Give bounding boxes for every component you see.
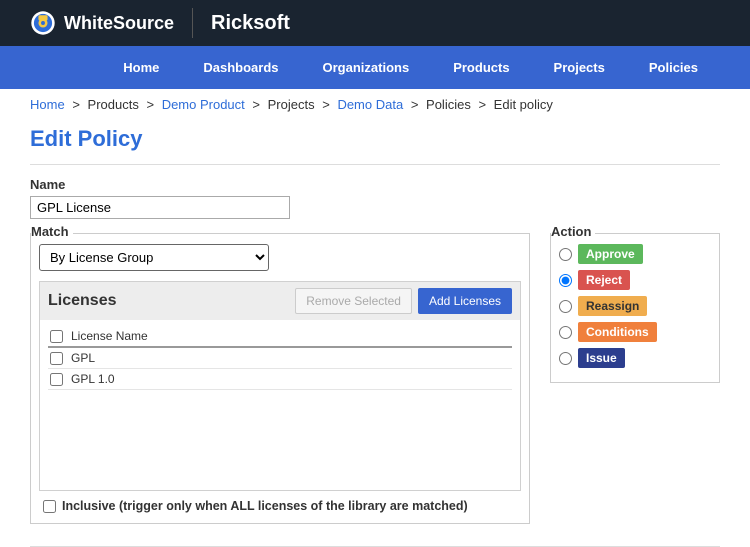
action-badge-conditions: Conditions: [578, 322, 657, 342]
action-reject: Reject: [559, 270, 711, 290]
logo-area: WhiteSource: [30, 10, 174, 36]
remove-selected-button[interactable]: Remove Selected: [295, 288, 412, 314]
license-name-header: License Name: [71, 329, 148, 343]
licenses-body: License Name GPL GPL 1.0: [40, 320, 520, 490]
action-badge-issue: Issue: [578, 348, 625, 368]
licenses-title: Licenses: [48, 292, 295, 310]
crumb-edit-policy: Edit policy: [494, 97, 553, 112]
inclusive-label: Inclusive (trigger only when ALL license…: [62, 499, 468, 513]
nav-dashboards[interactable]: Dashboards: [181, 46, 300, 89]
license-row-checkbox[interactable]: [50, 352, 63, 365]
nav-policies[interactable]: Policies: [627, 46, 720, 89]
select-all-checkbox[interactable]: [50, 330, 63, 343]
content: Name Match By License Group Licenses Rem…: [0, 165, 750, 536]
crumb-policies: Policies: [426, 97, 471, 112]
brand-name: WhiteSource: [64, 13, 174, 34]
match-panel: Match By License Group Licenses Remove S…: [30, 233, 530, 524]
license-row-checkbox[interactable]: [50, 373, 63, 386]
logo-icon: [30, 10, 56, 36]
crumb-sep: >: [478, 97, 486, 112]
navbar: Home Dashboards Organizations Products P…: [0, 46, 750, 89]
license-row: GPL 1.0: [48, 369, 512, 390]
action-badge-reassign: Reassign: [578, 296, 647, 316]
action-radio-reassign[interactable]: [559, 300, 572, 313]
action-issue: Issue: [559, 348, 711, 368]
action-badge-approve: Approve: [578, 244, 643, 264]
nav-products[interactable]: Products: [431, 46, 531, 89]
crumb-demo-product[interactable]: Demo Product: [162, 97, 245, 112]
crumb-home[interactable]: Home: [30, 97, 65, 112]
action-radio-reject[interactable]: [559, 274, 572, 287]
add-licenses-button[interactable]: Add Licenses: [418, 288, 512, 314]
license-header-row: License Name: [48, 326, 512, 348]
license-row-label: GPL 1.0: [71, 372, 115, 386]
crumb-demo-data[interactable]: Demo Data: [337, 97, 403, 112]
nav-organizations[interactable]: Organizations: [301, 46, 432, 89]
licenses-header: Licenses Remove Selected Add Licenses: [40, 282, 520, 320]
topbar: WhiteSource Ricksoft: [0, 0, 750, 46]
license-row: GPL: [48, 348, 512, 369]
crumb-sep: >: [252, 97, 260, 112]
match-select[interactable]: By License Group: [39, 244, 269, 271]
crumb-sep: >: [146, 97, 154, 112]
crumb-sep: >: [411, 97, 419, 112]
match-legend: Match: [31, 224, 73, 239]
breadcrumb: Home > Products > Demo Product > Project…: [0, 89, 750, 120]
crumb-sep: >: [322, 97, 330, 112]
name-input[interactable]: [30, 196, 290, 219]
action-radio-issue[interactable]: [559, 352, 572, 365]
action-badge-reject: Reject: [578, 270, 630, 290]
crumb-sep: >: [72, 97, 80, 112]
nav-projects[interactable]: Projects: [532, 46, 627, 89]
action-legend: Action: [551, 224, 595, 239]
inclusive-row: Inclusive (trigger only when ALL license…: [39, 491, 521, 515]
action-panel: Action Approve Reject Reassign Condition…: [550, 233, 720, 383]
action-reassign: Reassign: [559, 296, 711, 316]
action-radio-approve[interactable]: [559, 248, 572, 261]
inclusive-checkbox[interactable]: [43, 500, 56, 513]
license-row-label: GPL: [71, 351, 95, 365]
brand-divider: [192, 8, 193, 38]
action-conditions: Conditions: [559, 322, 711, 342]
partner-name: Ricksoft: [211, 12, 290, 35]
page-title: Edit Policy: [0, 120, 750, 164]
action-approve: Approve: [559, 244, 711, 264]
licenses-box: Licenses Remove Selected Add Licenses Li…: [39, 281, 521, 491]
crumb-projects: Projects: [268, 97, 315, 112]
name-label: Name: [30, 177, 720, 192]
action-radio-conditions[interactable]: [559, 326, 572, 339]
nav-home[interactable]: Home: [101, 46, 181, 89]
crumb-products: Products: [88, 97, 139, 112]
